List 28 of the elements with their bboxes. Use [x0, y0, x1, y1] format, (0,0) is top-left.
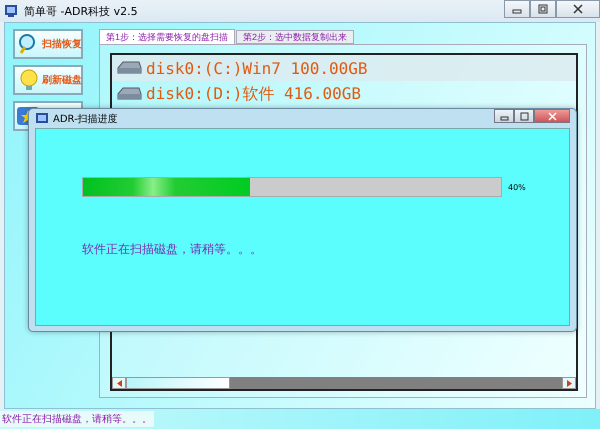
scroll-thumb[interactable]	[126, 377, 230, 389]
app-icon	[4, 4, 18, 18]
close-icon	[573, 4, 583, 14]
app-icon	[35, 112, 49, 126]
scroll-left-button[interactable]	[112, 377, 126, 389]
dialog-title: ADR-扫描进度	[53, 112, 118, 126]
drive-row[interactable]: disk0:(D:)软件 416.00GB	[112, 81, 576, 107]
tab[interactable]: 第1步：选择需要恢复的盘扫描	[99, 29, 236, 44]
minimize-button[interactable]	[494, 109, 514, 123]
maximize-button[interactable]	[514, 109, 534, 123]
close-button[interactable]	[556, 0, 600, 18]
minimize-button[interactable]	[504, 0, 530, 18]
close-icon	[548, 112, 556, 120]
scroll-right-button[interactable]	[562, 377, 576, 389]
window-title: 简单哥 -ADR科技 v2.5	[24, 4, 138, 18]
side-button[interactable]: 刷新磁盘	[13, 65, 83, 95]
maximize-icon	[538, 4, 548, 14]
progress-reading: 40%	[508, 182, 526, 192]
tab[interactable]: 第2步：选中数据复制出来	[236, 30, 354, 44]
horizontal-scrollbar[interactable]	[112, 377, 576, 389]
maximize-icon	[520, 112, 528, 120]
left-arrow-icon	[116, 380, 122, 386]
drive-row[interactable]: disk0:(C:)Win7 100.00GB	[112, 55, 576, 81]
maximize-button[interactable]	[530, 0, 556, 18]
progress-message: 软件正在扫描磁盘，请稍等。。。	[82, 241, 263, 258]
right-arrow-icon	[566, 380, 572, 386]
side-button[interactable]: 扫描恢复	[13, 29, 83, 59]
status-text: 软件正在扫描磁盘，请稍等。。。	[0, 411, 154, 427]
